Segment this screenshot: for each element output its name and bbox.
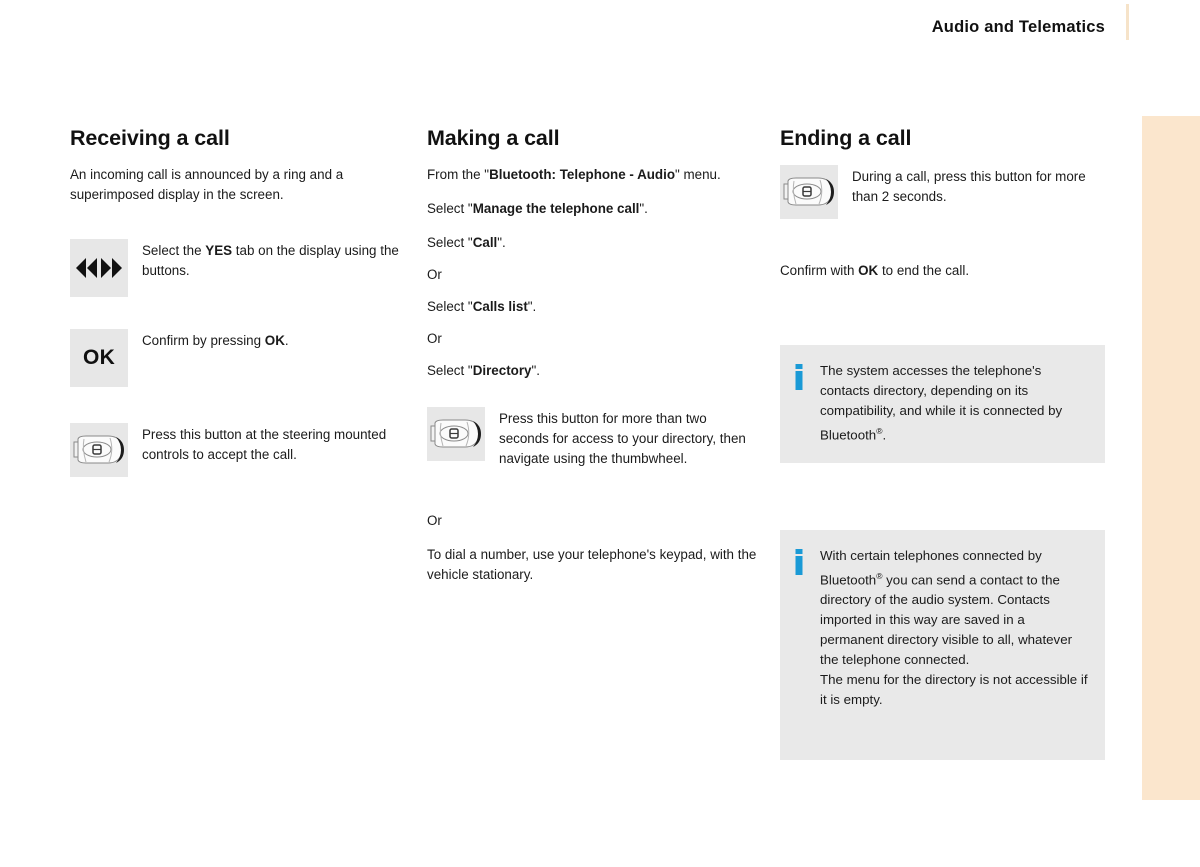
making-from-before: From the "	[427, 167, 490, 182]
making-select-2-before: Select "	[427, 235, 473, 250]
making-select-4-text: Select "Directory".	[427, 361, 757, 381]
rewind-forward-icon	[76, 258, 122, 278]
making-select-1-before: Select "	[427, 201, 473, 216]
receiving-step-2: OK Confirm by pressing OK.	[70, 329, 400, 387]
info-box-1-text: The system accesses the telephone's cont…	[820, 361, 1089, 445]
steering-control-button-icon	[430, 419, 481, 448]
steering-control-button-icon-box-3	[780, 165, 838, 219]
making-directory-step: Press this button for more than two seco…	[427, 407, 757, 469]
making-keypad-note: To dial a number, use your telephone's k…	[427, 547, 757, 582]
receiving-step-1-before: Select the	[142, 243, 206, 258]
steering-control-button-icon-box-2	[427, 407, 485, 461]
info-icon	[795, 364, 803, 390]
making-from-menu-text: From the "Bluetooth: Telephone - Audio" …	[427, 165, 757, 185]
making-select-3-before: Select "	[427, 299, 473, 314]
making-from-after: " menu.	[675, 167, 721, 182]
heading-ending-a-call: Ending a call	[780, 126, 912, 150]
making-select-1-text: Select "Manage the telephone call".	[427, 199, 757, 219]
info-callout-box-1: The system accesses the telephone's cont…	[780, 345, 1105, 463]
ending-confirm-before: Confirm with	[780, 263, 859, 278]
receiving-step-2-after: .	[284, 333, 289, 348]
ending-confirm-bold: OK	[858, 263, 879, 278]
steering-control-button-icon	[73, 435, 124, 464]
receiving-step-3-text: Press this button at the steering mounte…	[142, 427, 387, 462]
info-box-1-part-1: The system accesses the telephone's cont…	[820, 363, 1063, 443]
column-ending-a-call: Ending a call During a call, press this …	[780, 126, 1110, 295]
making-select-4-bold: Directory	[472, 363, 532, 378]
receiving-step-2-text: Confirm by pressing OK.	[128, 329, 289, 351]
ending-confirm-after: to end the call.	[878, 263, 970, 278]
making-select-3-after: ".	[527, 299, 537, 314]
header-rule-divider	[1126, 4, 1129, 40]
heading-making-a-call: Making a call	[427, 126, 560, 150]
receiving-step-2-before: Confirm by pressing	[142, 333, 265, 348]
info-box-1-part-2: .	[882, 427, 887, 443]
making-or-1: Or	[427, 267, 442, 282]
making-or-2: Or	[427, 331, 442, 346]
ok-button-icon-box: OK	[70, 329, 128, 387]
receiving-step-1: Select the YES tab on the display using …	[70, 239, 400, 297]
info-icon-wrapper	[794, 361, 820, 395]
heading-receiving-a-call: Receiving a call	[70, 126, 230, 150]
receiving-step-1-bold: YES	[205, 243, 233, 258]
making-select-2-after: ".	[497, 235, 506, 250]
column-making-a-call: Making a call From the "Bluetooth: Telep…	[427, 126, 757, 599]
receiving-intro-text: An incoming call is announced by a ring …	[70, 167, 344, 202]
page-header-title: Audio and Telematics	[931, 18, 1105, 36]
ending-step-1-text: During a call, press this button for mor…	[852, 169, 1086, 204]
column-receiving-a-call: Receiving a call An incoming call is ann…	[70, 126, 400, 491]
receiving-step-1-text: Select the YES tab on the display using …	[128, 239, 400, 281]
info-box-2-part-3: The menu for the directory is not access…	[820, 672, 1088, 708]
making-select-1-bold: Manage the telephone call	[472, 201, 640, 216]
making-select-2-bold: Call	[472, 235, 498, 250]
making-from-bold: Bluetooth: Telephone - Audio	[489, 167, 676, 182]
steering-control-button-icon-box	[70, 423, 128, 477]
ok-button-icon: OK	[82, 346, 116, 369]
making-select-4-after: ".	[531, 363, 540, 378]
ending-confirm-text: Confirm with OK to end the call.	[780, 261, 1110, 281]
info-callout-box-2: With certain telephones connected by Blu…	[780, 530, 1105, 760]
making-select-3-text: Select "Calls list".	[427, 297, 757, 317]
making-select-4-before: Select "	[427, 363, 473, 378]
steering-control-button-icon	[783, 177, 834, 206]
ending-step-1: During a call, press this button for mor…	[780, 165, 1110, 219]
making-directory-step-text: Press this button for more than two seco…	[499, 411, 746, 466]
making-select-3-bold: Calls list	[472, 299, 528, 314]
receiving-step-2-bold: OK	[264, 333, 285, 348]
making-select-2-text: Select "Call".	[427, 233, 757, 253]
chapter-tab: 275 TECHNOLOGY on BOARD 10	[1142, 116, 1200, 800]
info-icon-wrapper-2	[794, 546, 820, 580]
making-select-1-after: ".	[639, 201, 648, 216]
info-box-2-text: With certain telephones connected by Blu…	[820, 546, 1089, 710]
rewind-forward-icon-box	[70, 239, 128, 297]
info-icon	[795, 549, 803, 575]
receiving-step-3: Press this button at the steering mounte…	[70, 423, 400, 477]
making-or-3: Or	[427, 513, 442, 528]
